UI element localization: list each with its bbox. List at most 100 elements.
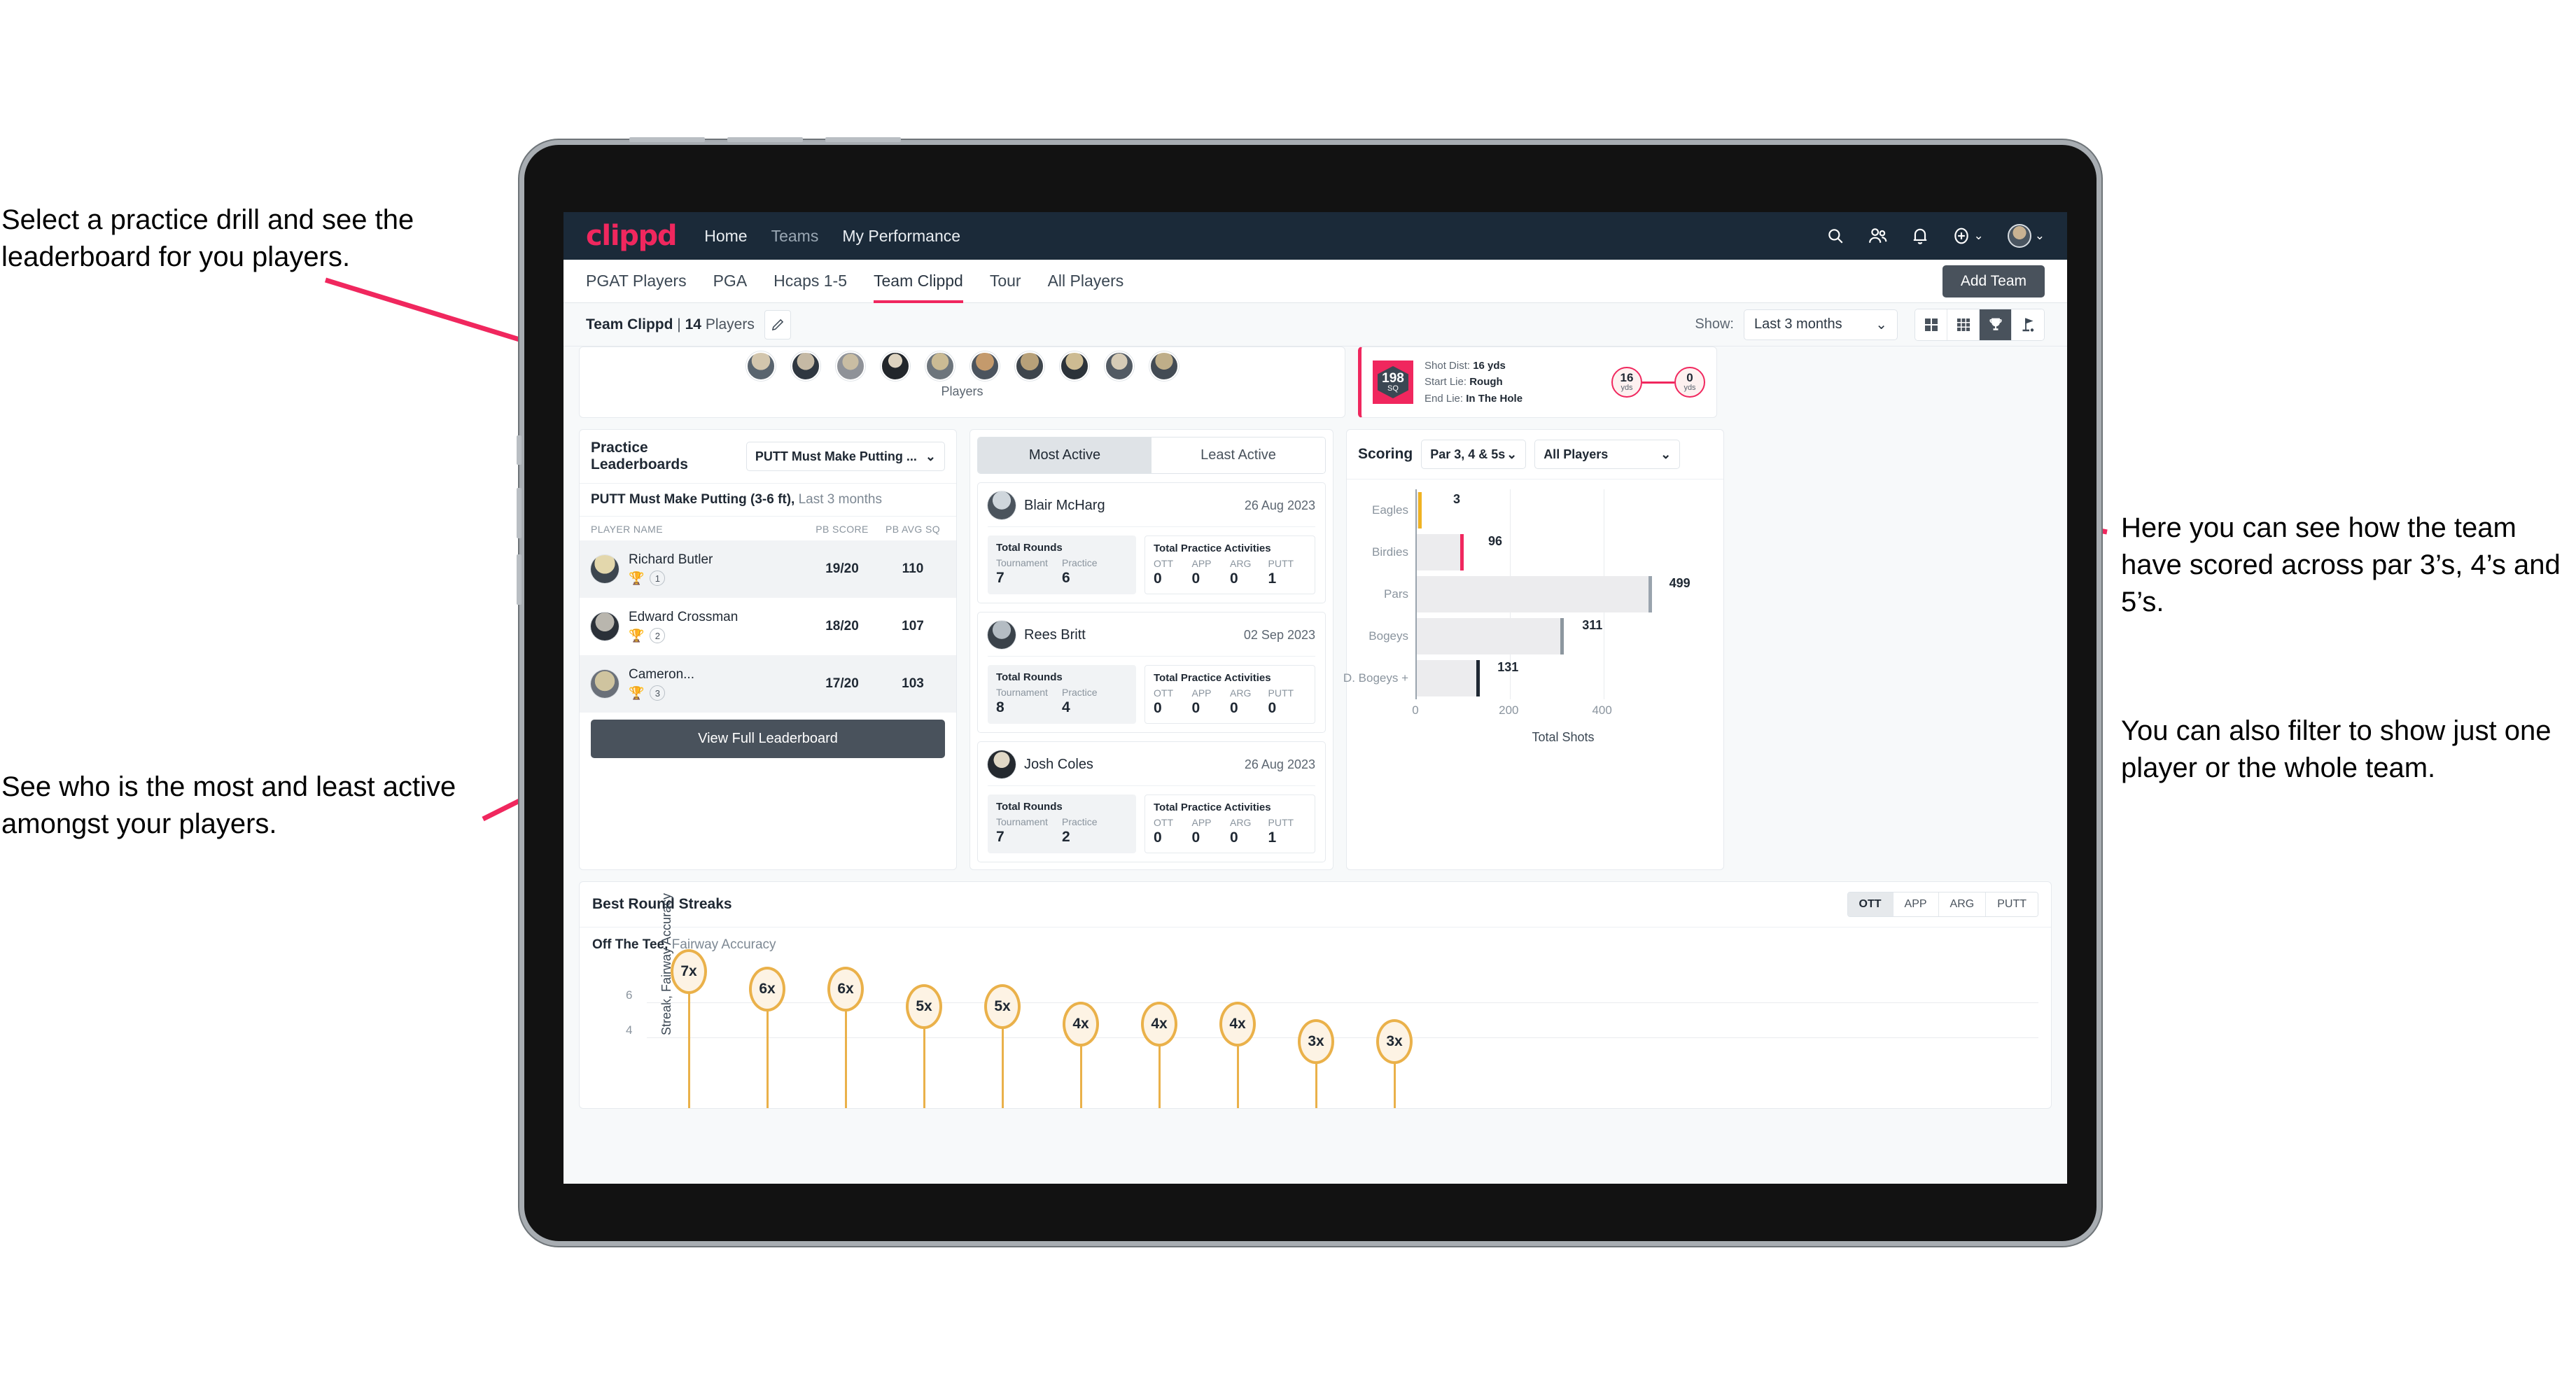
tab-tour[interactable]: Tour: [990, 260, 1021, 303]
pb-score: 17/20: [825, 676, 859, 691]
date-range-select[interactable]: Last 3 months ⌄: [1744, 309, 1898, 340]
plus-circle-icon[interactable]: ⌄: [1952, 227, 1984, 245]
add-team-button[interactable]: Add Team: [1942, 265, 2045, 298]
tab-hcaps-1-5[interactable]: Hcaps 1-5: [774, 260, 847, 303]
column-pb-avg-sq: PB AVG SQ: [885, 524, 941, 535]
team-tabs: PGAT Players PGA Hcaps 1-5 Team Clippd T…: [564, 260, 2067, 303]
players-strip-card: Players: [579, 346, 1345, 418]
scoring-header: Scoring Par 3, 4 & 5s ⌄ All Players ⌄: [1347, 430, 1723, 479]
list-item[interactable]: Rees Britt 02 Sep 2023 Total Rounds Tour…: [977, 612, 1326, 733]
avatar[interactable]: [880, 351, 910, 381]
bar-category-label: Eagles: [1372, 503, 1408, 517]
segment-arg[interactable]: ARG: [1938, 892, 1987, 916]
avatar: [591, 670, 619, 698]
segment-ott[interactable]: OTT: [1847, 892, 1893, 916]
avatar[interactable]: [1149, 351, 1179, 381]
tab-most-active[interactable]: Most Active: [978, 438, 1152, 473]
streak-value-bubble: 6x: [749, 967, 785, 1011]
shot-quality-unit: SQ: [1387, 384, 1399, 393]
bar-group: Pars 499: [1384, 576, 1690, 612]
drill-select[interactable]: PUTT Must Make Putting ... ⌄: [746, 442, 945, 471]
pb-score: 19/20: [825, 561, 859, 576]
player-name: Rees Britt: [1024, 626, 1086, 643]
leaderboard-player-3: Cameron... 🏆 3: [629, 667, 804, 701]
avatar[interactable]: [925, 351, 955, 381]
top-navigation-bar: clippd Home Teams My Performance ⌄ ⌄: [564, 212, 2067, 260]
search-icon[interactable]: [1826, 227, 1844, 245]
avatar[interactable]: [1104, 351, 1134, 381]
nav-link-home[interactable]: Home: [704, 227, 747, 246]
end-lie-value: In The Hole: [1466, 392, 1523, 405]
avatar[interactable]: [746, 351, 776, 381]
value: 8: [996, 699, 1004, 715]
show-label: Show:: [1695, 316, 1734, 332]
total-rounds-title: Total Rounds: [996, 542, 1063, 554]
trophy-icon: 🏆: [629, 685, 645, 700]
tab-least-active[interactable]: Least Active: [1152, 438, 1325, 473]
avatar[interactable]: [835, 351, 865, 381]
activity-date: 02 Sep 2023: [1243, 627, 1315, 642]
leaderboard-drill-name: PUTT Must Make Putting (3-6 ft),: [591, 492, 795, 507]
view-grid-3x3-button[interactable]: [1947, 309, 1980, 340]
streak-stem: [766, 1003, 769, 1108]
list-item[interactable]: Josh Coles 26 Aug 2023 Total Rounds Tour…: [977, 741, 1326, 862]
bar-group: D. Bogeys + 131: [1343, 660, 1518, 696]
practice-ott: OTT 0: [1154, 687, 1192, 717]
tab-pgat-players[interactable]: PGAT Players: [586, 260, 687, 303]
shot-quality-badge: 198 SQ: [1373, 360, 1413, 404]
view-full-leaderboard-button[interactable]: View Full Leaderboard: [591, 720, 945, 758]
streak-value-bubble: 5x: [984, 984, 1021, 1029]
avatar[interactable]: [1014, 351, 1044, 381]
tab-pga[interactable]: PGA: [713, 260, 748, 303]
table-row[interactable]: Richard Butler 🏆 1 19/20 110: [580, 540, 956, 598]
segment-putt[interactable]: PUTT: [1986, 892, 2038, 916]
avatar: [988, 491, 1016, 519]
list-item[interactable]: Blair McHarg 26 Aug 2023 Total Rounds To…: [977, 482, 1326, 603]
clippd-logo[interactable]: clippd: [586, 220, 678, 252]
label: Practice: [1062, 687, 1098, 698]
avatar[interactable]: [790, 351, 820, 381]
bar: 3: [1417, 492, 1460, 528]
table-row[interactable]: Cameron... 🏆 3 17/20 103: [580, 655, 956, 713]
scoring-title: Scoring: [1358, 446, 1413, 462]
bar: 96: [1417, 534, 1502, 570]
app-screen: clippd Home Teams My Performance ⌄ ⌄ PGA…: [564, 212, 2067, 1184]
nav-link-teams[interactable]: Teams: [771, 227, 819, 246]
start-lie-value: Rough: [1469, 376, 1503, 388]
rank-badge: 3: [650, 685, 666, 701]
activity-date: 26 Aug 2023: [1244, 498, 1315, 512]
view-flag-button[interactable]: [2012, 309, 2044, 340]
value: 0: [1230, 830, 1238, 846]
bell-icon[interactable]: [1912, 227, 1928, 245]
nav-link-my-performance[interactable]: My Performance: [842, 227, 960, 246]
tab-all-players[interactable]: All Players: [1048, 260, 1124, 303]
view-grid-2x2-button[interactable]: [1915, 309, 1947, 340]
player-filter-select[interactable]: All Players ⌄: [1534, 440, 1681, 469]
end-distance-unit: yds: [1684, 384, 1696, 393]
edit-team-button[interactable]: [764, 309, 791, 340]
avatar[interactable]: [1059, 351, 1089, 381]
rank-badge: 1: [650, 570, 666, 586]
dashboard-content: Players 198 SQ Shot Dist: 16 yds Start L…: [564, 346, 2067, 1184]
streak-value-bubble: 4x: [1063, 1002, 1099, 1046]
value: 0: [1191, 700, 1200, 716]
player-rank-group: 🏆 1: [629, 570, 804, 586]
practice-activities-title: Total Practice Activities: [1154, 672, 1271, 684]
practice-arg: ARG 0: [1230, 817, 1268, 846]
streaks-header: Best Round Streaks OTT APP ARG PUTT: [580, 882, 2051, 927]
view-trophy-button[interactable]: [1980, 309, 2012, 340]
par-filter-select[interactable]: Par 3, 4 & 5s ⌄: [1421, 440, 1527, 469]
start-lie-label: Start Lie:: [1424, 376, 1467, 388]
table-row[interactable]: Edward Crossman 🏆 2 18/20 107: [580, 598, 956, 655]
streak-value-bubble: 4x: [1141, 1002, 1177, 1046]
people-icon[interactable]: [1868, 227, 1888, 245]
column-pb-score: PB SCORE: [816, 524, 869, 535]
streak-stem: [1237, 1038, 1239, 1108]
pb-avg-sq: 107: [902, 619, 924, 634]
total-rounds-block: Total Rounds Tournament 8 Practice 4: [988, 665, 1136, 724]
avatar[interactable]: [969, 351, 1000, 381]
segment-app[interactable]: APP: [1893, 892, 1939, 916]
activity-tabs: Most Active Least Active: [977, 437, 1326, 474]
tab-team-clippd[interactable]: Team Clippd: [874, 260, 963, 303]
avatar[interactable]: ⌄: [2007, 224, 2045, 248]
